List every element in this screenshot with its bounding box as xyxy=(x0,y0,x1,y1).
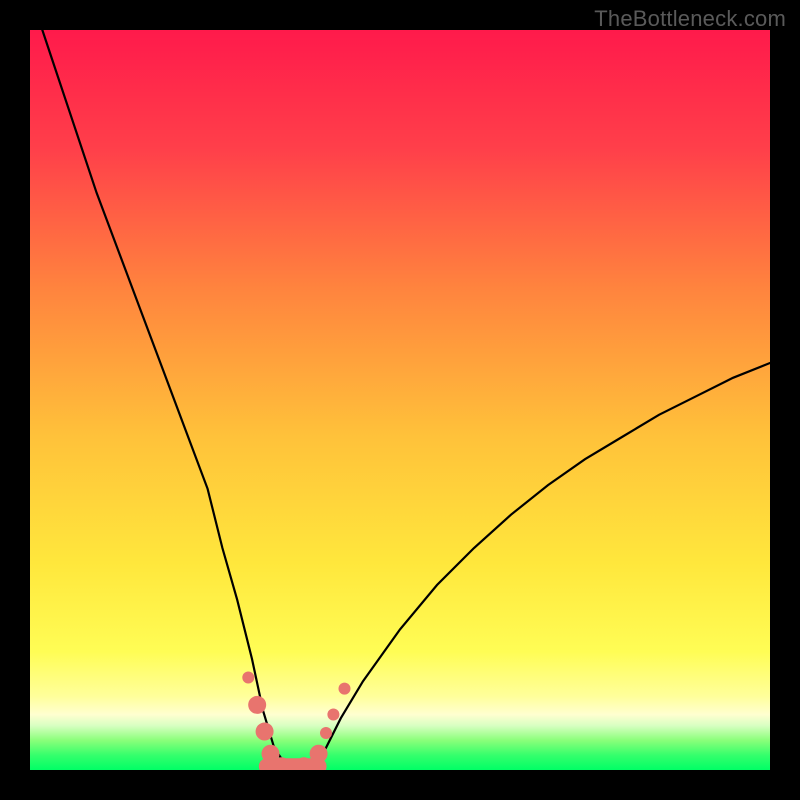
highlight-marker xyxy=(339,683,351,695)
bottleneck-curve xyxy=(30,30,770,770)
highlight-marker xyxy=(248,696,266,714)
highlight-marker xyxy=(327,709,339,721)
chart-frame xyxy=(30,30,770,770)
highlight-marker xyxy=(320,727,332,739)
watermark-text: TheBottleneck.com xyxy=(594,6,786,32)
highlight-marker xyxy=(242,672,254,684)
highlight-marker xyxy=(310,745,328,763)
chart-plot-layer xyxy=(30,30,770,770)
highlight-marker xyxy=(256,723,274,741)
